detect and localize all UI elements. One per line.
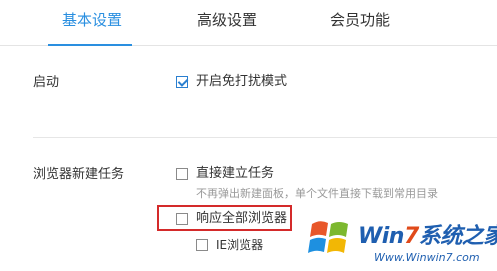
- ie-browser-label: IE浏览器: [216, 238, 264, 252]
- tab-member-features[interactable]: 会员功能: [330, 10, 390, 30]
- checkbox-icon: [176, 168, 188, 180]
- tab-advanced-settings[interactable]: 高级设置: [197, 10, 257, 30]
- direct-create-task-hint: 不再弹出新建面板，单个文件直接下载到常用目录: [196, 187, 438, 200]
- direct-create-task-checkbox[interactable]: 直接建立任务: [176, 166, 274, 182]
- browser-new-task-section-label: 浏览器新建任务: [33, 167, 125, 182]
- settings-tabs: 基本设置 高级设置 会员功能: [0, 0, 497, 46]
- windows-logo-icon: [308, 221, 348, 253]
- watermark-brand: Win7系统之家: [358, 224, 497, 249]
- checkbox-icon: [196, 239, 208, 251]
- site-watermark: Win7系统之家 Www.Winwin7.com: [306, 206, 497, 271]
- checkbox-checked-icon: [176, 76, 188, 88]
- startup-section-label: 启动: [33, 75, 60, 90]
- watermark-url: Www.Winwin7.com: [374, 251, 480, 264]
- do-not-disturb-checkbox[interactable]: 开启免打扰模式: [176, 74, 287, 90]
- section-divider: [33, 137, 497, 138]
- ie-browser-checkbox[interactable]: IE浏览器: [196, 237, 263, 253]
- do-not-disturb-label: 开启免打扰模式: [196, 74, 288, 89]
- active-tab-indicator: [48, 44, 132, 46]
- highlight-box: [157, 205, 292, 231]
- tab-basic-settings[interactable]: 基本设置: [62, 10, 122, 30]
- direct-create-task-label: 直接建立任务: [196, 166, 275, 181]
